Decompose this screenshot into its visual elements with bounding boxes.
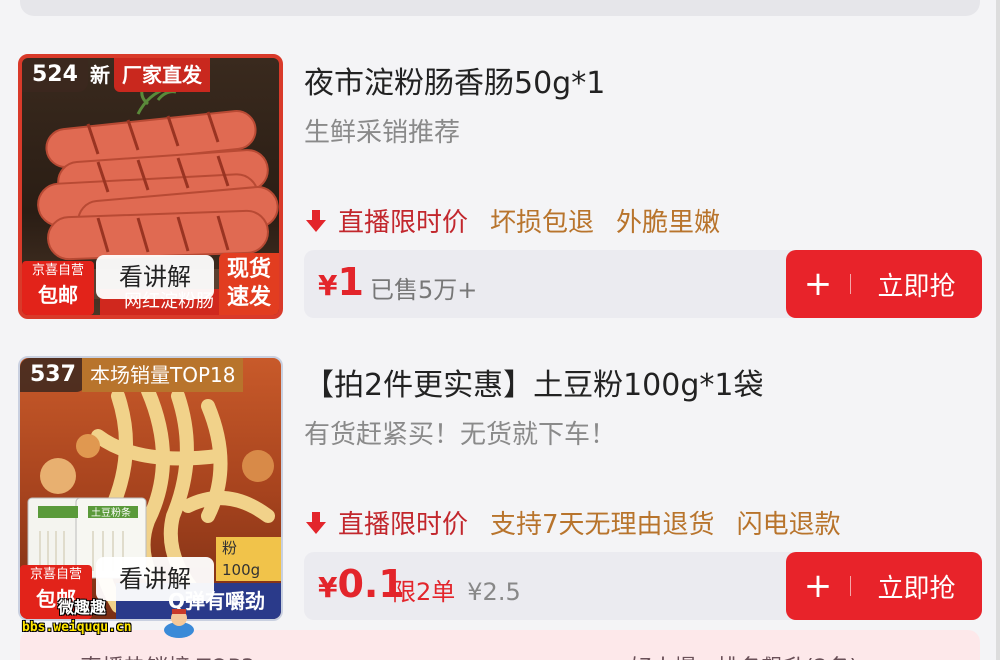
mascot-icon [164, 609, 194, 638]
sold-count: 已售5万+ [370, 276, 478, 304]
product-card[interactable]: 524 新 厂家直发 京喜自营 包邮 网红淀粉肠 看讲解 现货速发 夜市淀粉肠香… [18, 54, 982, 320]
previous-card [20, 0, 980, 16]
instock-banner: 现货速发 [219, 253, 279, 315]
buy-bar: ¥0.1 限2单 ¥2.5 + 立即抢 [304, 552, 982, 620]
ranking-right-text: 好火爆 · 排名飙升(2名) [630, 650, 858, 660]
buy-now-button[interactable]: + 立即抢 [786, 250, 982, 318]
buy-bar: ¥1 已售5万+ + 立即抢 [304, 250, 982, 318]
promo-tag: 坏损包退 [490, 208, 595, 238]
price: ¥1 [318, 260, 364, 304]
price-value: 1 [337, 260, 364, 304]
promo-tag: 支持7天无理由退货 [490, 510, 715, 540]
ranking-left-text: 直播热销榜 TOP3 [80, 650, 255, 660]
jd-self-operated-tag: 京喜自营 包邮 [22, 261, 94, 315]
plus-icon[interactable]: + [786, 250, 850, 318]
down-arrow-icon [304, 510, 328, 536]
scroll-edge [996, 0, 1000, 660]
price-currency: ¥ [318, 269, 338, 302]
promo-tag: 直播限时价 [338, 510, 469, 540]
promo-tag: 外脆里嫩 [616, 208, 721, 238]
buy-now-button[interactable]: + 立即抢 [786, 552, 982, 620]
package-label: 土豆粉条 [91, 506, 131, 519]
product-image[interactable]: 524 新 厂家直发 京喜自营 包邮 网红淀粉肠 看讲解 现货速发 [18, 54, 283, 319]
product-title[interactable]: 夜市淀粉肠香肠50g*1 [304, 58, 605, 102]
product-image[interactable]: 土豆粉条 537 本场销量TOP18 粉100g Q弹有嚼劲 京喜自营 包邮 看… [18, 356, 283, 621]
promo-tag: 闪电退款 [736, 510, 841, 540]
product-subtitle: 生鲜采销推荐 [304, 118, 461, 148]
jd-tag-line1: 京喜自营 [31, 263, 84, 278]
watermark-title: 微趣趣 [58, 598, 107, 617]
explain-button[interactable]: 看讲解 [96, 255, 214, 299]
watermark-url: bbs.weiququ.cn [22, 620, 132, 635]
new-badge: 新 [90, 63, 110, 87]
promo-tag: 直播限时价 [338, 208, 469, 238]
buy-now-label[interactable]: 立即抢 [851, 568, 982, 605]
purchase-limit: 限2单 [392, 578, 456, 606]
promo-tags: 直播限时价 坏损包退 外脆里嫩 [304, 202, 720, 239]
jd-tag-line2: 包邮 [38, 283, 78, 307]
product-subtitle: 有货赶紧买！无货就下车！ [304, 420, 617, 450]
package-weight: 粉100g [216, 537, 281, 581]
product-card[interactable]: 土豆粉条 537 本场销量TOP18 粉100g Q弹有嚼劲 京喜自营 包邮 看… [18, 356, 982, 622]
plus-icon[interactable]: + [786, 552, 850, 620]
buy-now-label[interactable]: 立即抢 [851, 266, 982, 303]
rank-badge: 537 [20, 358, 86, 392]
original-price: ¥2.5 [467, 578, 521, 606]
jd-tag-line1: 京喜自营 [29, 567, 82, 582]
rank-badge: 524 [22, 58, 88, 92]
down-arrow-icon [304, 208, 328, 234]
forum-watermark: 微趣趣 bbs.weiququ.cn [22, 594, 202, 642]
price-extra: 限2单 ¥2.5 [392, 572, 521, 607]
promo-tags: 直播限时价 支持7天无理由退货 闪电退款 [304, 504, 841, 541]
product-title[interactable]: 【拍2件更实惠】土豆粉100g*1袋 [304, 360, 763, 404]
factory-direct-badge: 厂家直发 [114, 58, 210, 92]
price-currency: ¥ [318, 571, 338, 604]
top-sales-badge: 本场销量TOP18 [82, 358, 244, 392]
